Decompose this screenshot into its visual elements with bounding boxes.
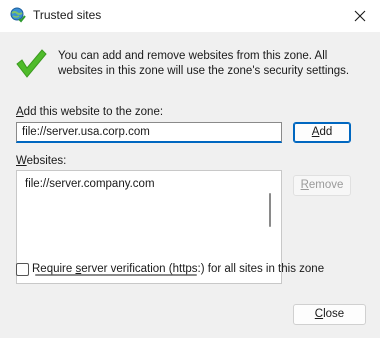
close-window-button[interactable] <box>346 4 374 28</box>
add-button-rest: dd <box>319 126 333 138</box>
green-checkmark-icon <box>14 46 48 80</box>
zone-info-text: You can add and remove websites from thi… <box>58 50 350 77</box>
verification-label-after: erver verification (https:) for all site… <box>81 263 325 275</box>
website-url-input[interactable] <box>16 122 282 143</box>
remove-button-access-key: R <box>300 179 309 191</box>
title-bar: Trusted sites <box>0 0 380 32</box>
trusted-sites-dialog: Trusted sites You can add and remove web… <box>0 0 380 338</box>
window-title: Trusted sites <box>33 8 102 22</box>
add-website-label-access-key: A <box>16 106 24 118</box>
require-verification-label[interactable]: Require server verification (https:) for… <box>32 263 324 275</box>
websites-label-access-key: W <box>16 155 27 167</box>
add-button[interactable]: Add <box>293 122 351 143</box>
websites-label-rest: ebsites: <box>26 155 67 167</box>
remove-button[interactable]: Remove <box>293 175 351 196</box>
close-button-rest: lose <box>323 308 345 320</box>
add-website-label: Add this website to the zone: <box>16 106 163 118</box>
list-item[interactable]: file://server.company.com <box>25 178 155 190</box>
remove-button-rest: emove <box>308 179 344 191</box>
globe-check-icon <box>10 7 26 23</box>
websites-label: Websites: <box>16 155 66 167</box>
dialog-body: You can add and remove websites from thi… <box>0 32 380 338</box>
add-website-label-rest: dd this website to the zone: <box>23 106 164 118</box>
vertical-scrollbar[interactable] <box>269 193 271 227</box>
close-icon <box>354 10 366 22</box>
verification-label-before: Require <box>32 263 76 275</box>
close-button[interactable]: Close <box>293 304 366 325</box>
require-verification-checkbox[interactable] <box>16 263 29 276</box>
close-button-access-key: C <box>314 308 324 320</box>
